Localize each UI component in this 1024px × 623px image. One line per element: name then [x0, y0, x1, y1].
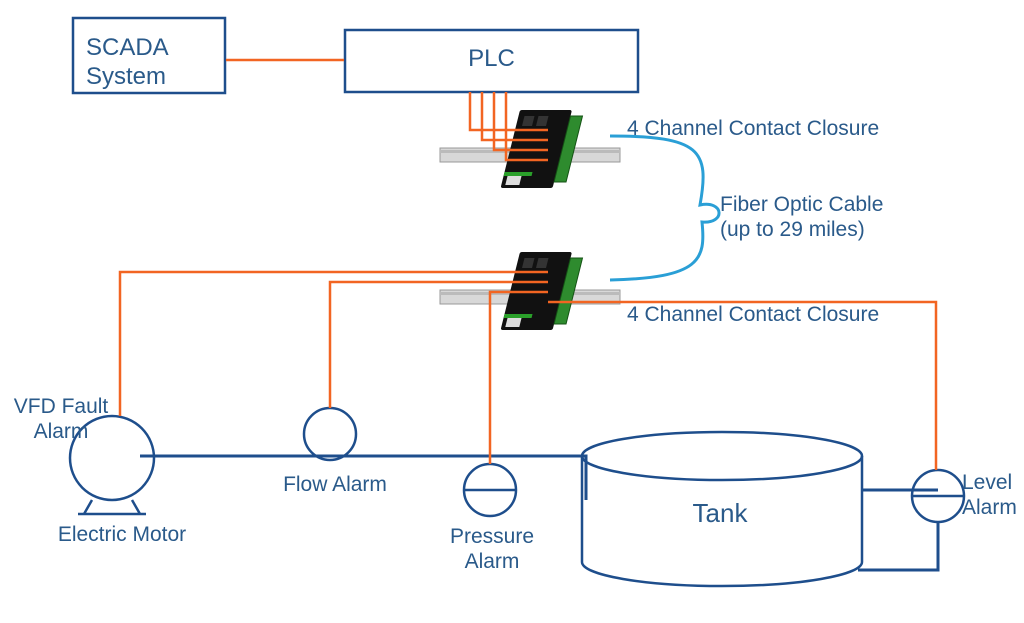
level-alarm	[912, 470, 964, 522]
tank-to-level-bot	[858, 522, 938, 570]
flow-alarm-label: Flow Alarm	[270, 472, 400, 497]
plc-label: PLC	[345, 45, 638, 74]
contact-closure-bottom-label: 4 Channel Contact Closure	[627, 302, 917, 327]
pressure-alarm-label: Pressure Alarm	[432, 524, 552, 574]
flow-alarm	[304, 408, 356, 460]
pressure-alarm	[464, 464, 516, 516]
scada-label: SCADA System	[86, 34, 212, 92]
vfd-label: VFD Fault Alarm	[6, 394, 116, 444]
tank-label: Tank	[640, 498, 800, 529]
fiber-label: Fiber Optic Cable (up to 29 miles)	[720, 192, 950, 242]
fiber-cable	[610, 136, 719, 280]
motor-label: Electric Motor	[42, 522, 202, 547]
contact-closure-top-label: 4 Channel Contact Closure	[627, 116, 917, 141]
level-alarm-label: Level Alarm	[962, 470, 1024, 520]
